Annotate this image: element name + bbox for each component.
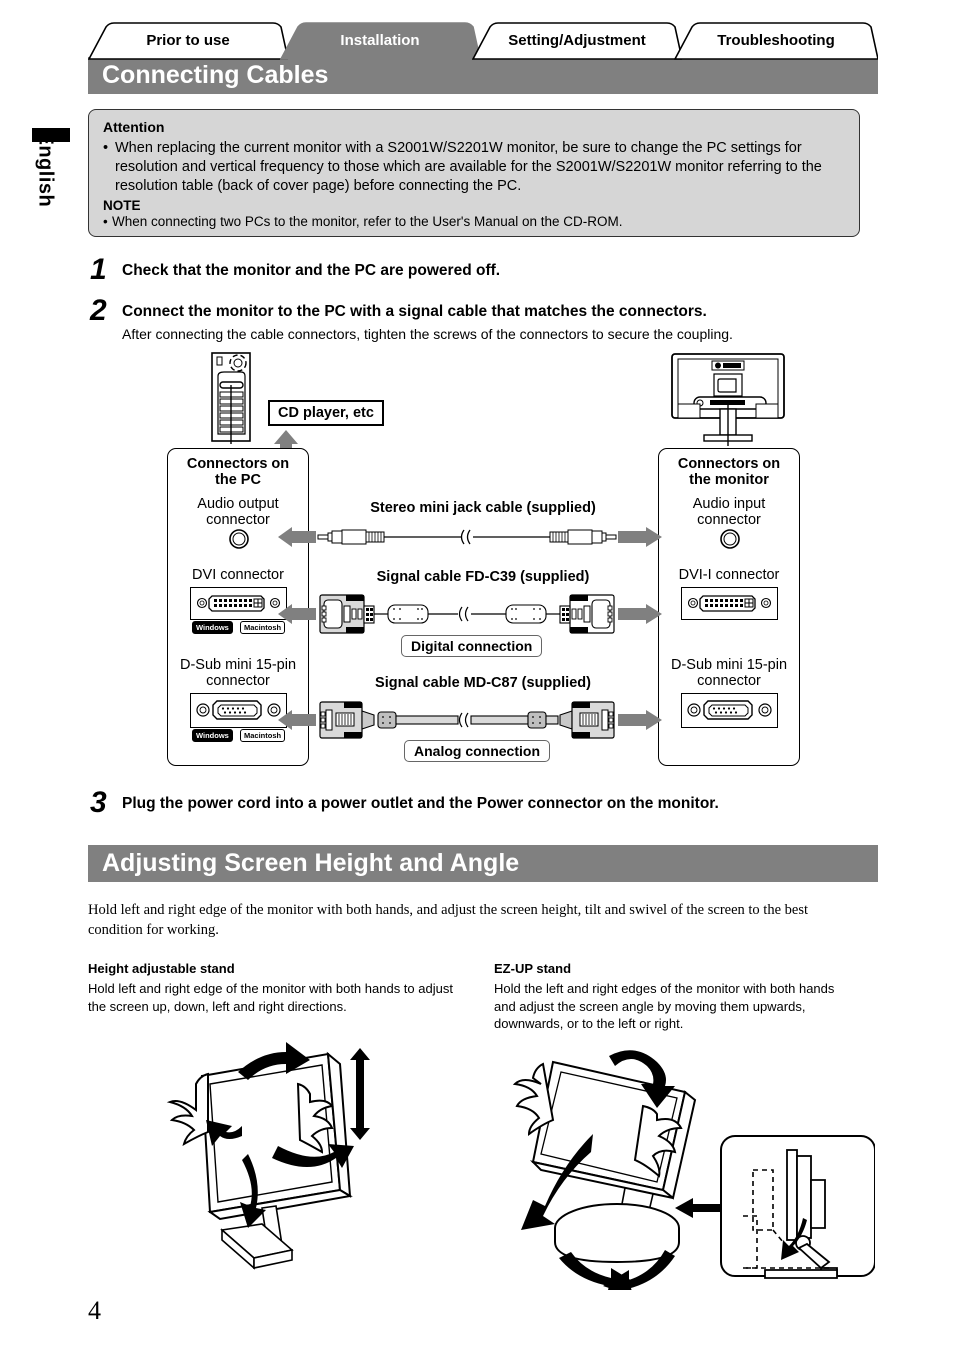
step-3: 3 Plug the power cord into a power outle…	[90, 788, 900, 818]
cable-title-stereo: Stereo mini jack cable (supplied)	[370, 500, 596, 516]
ez-up-stand-text: Hold the left and right edges of the mon…	[494, 981, 835, 1031]
monitor-back-illustration	[671, 353, 785, 446]
attention-bullet-item: • When replacing the current monitor wit…	[103, 139, 845, 196]
step-number: 3	[90, 786, 107, 819]
height-adjustable-stand-illustration	[166, 1042, 370, 1270]
step-2: 2 Connect the monitor to the PC with a s…	[90, 296, 890, 326]
ez-up-stand-illustration	[512, 1050, 875, 1290]
section-title-text: Adjusting Screen Height and Angle	[102, 849, 520, 877]
dvi-connector-port-pc	[190, 587, 287, 620]
step-text: Plug the power cord into a power outlet …	[122, 795, 719, 812]
monitor-dvi-i-label: DVI-I connector	[678, 567, 780, 583]
pc-dvi-label: DVI connector	[192, 567, 284, 583]
cd-player-label: CD player, etc	[268, 400, 384, 426]
attention-heading: Attention	[103, 119, 165, 135]
step-number: 1	[90, 253, 107, 286]
connection-diagram: CD player, etc Connectors on the PC Audi…	[88, 352, 878, 772]
attention-box: Attention • When replacing the current m…	[88, 109, 860, 237]
tab-bar: Prior to use Installation Setting/Adjust…	[88, 22, 878, 60]
audio-jack-icon	[229, 529, 249, 549]
section-title-connecting-cables: Connecting Cables	[88, 57, 878, 94]
audio-jack-icon	[720, 529, 740, 549]
step-1: 1 Check that the monitor and the PC are …	[90, 255, 880, 285]
ez-up-stand-heading: EZ-UP stand	[494, 961, 572, 976]
step-number: 2	[90, 294, 107, 327]
dvi-port-icon	[687, 595, 772, 612]
section-title-text: Connecting Cables	[102, 61, 329, 89]
note-text: When connecting two PCs to the monitor, …	[112, 214, 623, 229]
step-2-subtext: After connecting the cable connectors, t…	[122, 326, 733, 342]
pc-panel-title: Connectors on the PC	[168, 449, 308, 488]
dvi-i-connector-port-monitor	[681, 587, 778, 620]
digital-connection-label: Digital connection	[401, 635, 543, 657]
step-text: Check that the monitor and the PC are po…	[122, 262, 501, 279]
badge-windows-dsub: Windows	[192, 729, 233, 742]
stereo-mini-jack-cable	[278, 527, 662, 547]
monitor-panel-title-line1: Connectors on	[677, 456, 781, 472]
language-tab: English	[22, 128, 70, 258]
cable-title-mdc87: Signal cable MD-C87 (supplied)	[375, 675, 591, 691]
dvi-port-icon	[196, 595, 281, 612]
pc-dsub-label: D-Sub mini 15-pin connector	[179, 657, 297, 689]
tab-label: Troubleshooting	[717, 31, 835, 49]
tab-setting-adjustment[interactable]: Setting/Adjustment	[472, 22, 682, 60]
adjusting-body-text: Hold left and right edge of the monitor …	[88, 902, 808, 938]
tab-label: Installation	[340, 31, 420, 49]
pc-panel-title-line1: Connectors on	[186, 456, 290, 472]
monitor-panel-title-line2: the monitor	[689, 472, 769, 488]
pc-tower-illustration	[211, 352, 251, 444]
cable-title-fdc39: Signal cable FD-C39 (supplied)	[376, 569, 590, 585]
section-title-adjusting: Adjusting Screen Height and Angle	[88, 845, 878, 882]
bullet-icon: •	[103, 140, 109, 156]
note-heading: NOTE	[103, 198, 141, 213]
inset-pointer-arrow	[675, 1198, 721, 1218]
step-text: Connect the monitor to the PC with a sig…	[122, 303, 707, 320]
monitor-audio-input-label: Audio input connector	[692, 496, 766, 528]
monitor-panel-title: Connectors on the monitor	[659, 449, 799, 488]
tab-label: Setting/Adjustment	[508, 31, 646, 49]
tab-troubleshooting[interactable]: Troubleshooting	[674, 22, 878, 60]
language-tab-label: English	[34, 131, 57, 208]
height-adjustable-stand-heading: Height adjustable stand	[88, 961, 235, 976]
monitor-connectors-panel: Connectors on the monitor Audio input co…	[658, 448, 800, 766]
analog-connection-label: Analog connection	[404, 740, 550, 762]
tab-installation[interactable]: Installation	[280, 22, 480, 60]
attention-bullet-text: When replacing the current monitor with …	[115, 140, 822, 194]
note-bullet-item: • When connecting two PCs to the monitor…	[103, 213, 845, 231]
dsub-connector-port-pc	[190, 693, 287, 728]
dsub-connector-port-monitor	[681, 693, 778, 728]
badge-windows-dvi: Windows	[192, 621, 233, 634]
page-number: 4	[88, 1296, 101, 1325]
dsub-port-icon	[196, 700, 281, 720]
tab-label: Prior to use	[146, 31, 230, 49]
monitor-dsub-label: D-Sub mini 15-pin connector	[670, 657, 788, 689]
manual-page: English Prior to use Installation Settin…	[0, 0, 954, 1350]
dsub-port-icon	[687, 700, 772, 720]
pc-panel-title-line2: the PC	[215, 472, 261, 488]
tab-prior-to-use[interactable]: Prior to use	[88, 22, 288, 60]
height-adjustable-stand-text: Hold left and right edge of the monitor …	[88, 981, 453, 1014]
bullet-icon: •	[103, 214, 108, 229]
